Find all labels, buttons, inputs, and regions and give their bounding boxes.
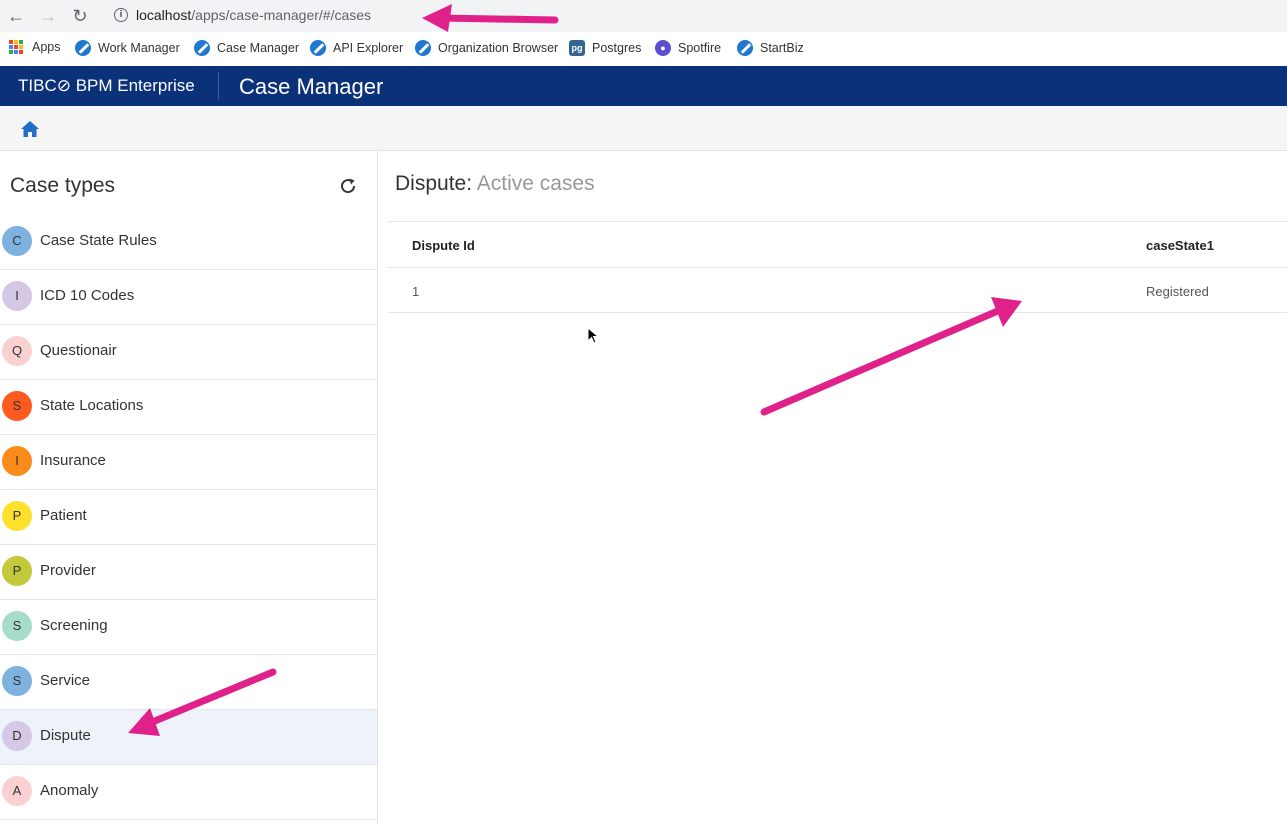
case-type-item-case-state-rules[interactable]: C Case State Rules xyxy=(0,215,377,270)
case-type-avatar: C xyxy=(2,226,32,256)
mouse-cursor-icon xyxy=(587,327,599,344)
back-arrow-icon[interactable]: ← xyxy=(5,5,27,27)
bookmark-label: API Explorer xyxy=(333,41,404,55)
brand-logo: TIBC⊘ BPM Enterprise xyxy=(18,76,195,95)
spotfire-icon: ● xyxy=(655,40,671,56)
tibco-icon xyxy=(194,40,210,56)
tibco-icon xyxy=(737,40,753,56)
url-path: /apps/case-manager/#/cases xyxy=(191,7,372,23)
bookmark-apps[interactable]: Apps xyxy=(9,40,61,54)
refresh-icon[interactable] xyxy=(338,176,358,196)
bookmark-case-manager[interactable]: Case Manager xyxy=(194,40,299,56)
case-type-item-insurance[interactable]: I Insurance xyxy=(0,435,377,490)
tibco-icon xyxy=(310,40,326,56)
case-type-label: Dispute xyxy=(40,727,91,744)
case-type-item-service[interactable]: S Service xyxy=(0,655,377,710)
column-header-dispute-id[interactable]: Dispute Id xyxy=(412,238,475,253)
case-type-avatar: P xyxy=(2,501,32,531)
bookmark-work-manager[interactable]: Work Manager xyxy=(75,40,180,56)
page-title: Dispute: Active cases xyxy=(395,172,595,196)
case-type-label: Insurance xyxy=(40,452,106,469)
case-type-avatar: D xyxy=(2,721,32,751)
case-type-avatar: P xyxy=(2,556,32,586)
postgres-icon: pg xyxy=(569,40,585,56)
browser-address-bar: ← → ↻ i localhost/apps/case-manager/#/ca… xyxy=(0,0,1287,32)
case-type-avatar: A xyxy=(2,776,32,806)
case-type-avatar: I xyxy=(2,446,32,476)
bookmark-startbiz[interactable]: StartBiz xyxy=(737,40,804,56)
info-icon[interactable]: i xyxy=(114,8,128,22)
bookmark-label: Spotfire xyxy=(678,41,722,55)
app-title: Case Manager xyxy=(239,74,384,99)
case-type-label: State Locations xyxy=(40,397,144,414)
sidebar-title: Case types xyxy=(10,174,116,197)
case-type-item-icd-10-codes[interactable]: I ICD 10 Codes xyxy=(0,270,377,325)
column-header-casestate1[interactable]: caseState1 xyxy=(1146,238,1214,253)
table-header-row: Dispute Id caseState1 xyxy=(388,221,1287,268)
case-type-avatar: Q xyxy=(2,336,32,366)
case-type-name: Dispute: xyxy=(395,172,473,195)
case-type-avatar: S xyxy=(2,666,32,696)
cell-dispute-id: 1 xyxy=(412,284,420,299)
case-type-label: Case State Rules xyxy=(40,232,157,249)
tibco-icon xyxy=(75,40,91,56)
tibco-icon xyxy=(415,40,431,56)
bookmark-label: Work Manager xyxy=(98,41,180,55)
bookmark-label: StartBiz xyxy=(760,41,804,55)
cases-table: Dispute Id caseState1 1 Registered xyxy=(388,221,1287,313)
case-type-avatar: I xyxy=(2,281,32,311)
breadcrumb-bar xyxy=(0,106,1287,151)
bookmark-label: Organization Browser xyxy=(438,41,559,55)
case-type-label: Screening xyxy=(40,617,108,634)
case-type-item-state-locations[interactable]: S State Locations xyxy=(0,380,377,435)
case-type-avatar: S xyxy=(2,611,32,641)
bookmark-label: Case Manager xyxy=(217,41,299,55)
url-host: localhost xyxy=(136,7,192,23)
case-type-label: Questionair xyxy=(40,342,117,359)
bookmark-label: Postgres xyxy=(592,41,642,55)
cell-casestate1: Registered xyxy=(1146,284,1209,299)
home-icon[interactable] xyxy=(20,120,40,138)
case-type-label: ICD 10 Codes xyxy=(40,287,135,304)
case-type-label: Provider xyxy=(40,562,96,579)
apps-grid-icon xyxy=(9,40,23,54)
bookmarks-bar: Apps Work Manager Case Manager API Explo… xyxy=(0,32,1287,67)
annotation-arrow-registered xyxy=(760,297,1022,416)
page-subtitle: Active cases xyxy=(476,172,595,195)
table-row[interactable]: 1 Registered xyxy=(388,268,1287,313)
case-type-item-dispute[interactable]: D Dispute xyxy=(0,710,377,765)
case-type-label: Service xyxy=(40,672,91,689)
case-type-item-patient[interactable]: P Patient xyxy=(0,490,377,545)
case-type-item-anomaly[interactable]: A Anomaly xyxy=(0,765,377,820)
header-divider xyxy=(218,72,219,100)
bookmark-postgres[interactable]: pg Postgres xyxy=(569,40,641,56)
case-type-list: C Case State Rules I ICD 10 Codes Q Questiona… xyxy=(0,215,377,820)
case-type-item-screening[interactable]: S Screening xyxy=(0,600,377,655)
case-type-item-provider[interactable]: P Provider xyxy=(0,545,377,600)
url-text[interactable]: localhost/apps/case-manager/#/cases xyxy=(136,7,371,23)
forward-arrow-icon[interactable]: → xyxy=(37,5,59,27)
case-type-label: Patient xyxy=(40,507,87,524)
case-type-avatar: S xyxy=(2,391,32,421)
case-type-label: Anomaly xyxy=(40,782,99,799)
reload-icon[interactable]: ↻ xyxy=(69,5,91,27)
case-types-sidebar: Case types C Case State Rules I ICD 10 Code… xyxy=(0,151,378,825)
case-type-item-questionair[interactable]: Q Questionair xyxy=(0,325,377,380)
bookmark-api-explorer[interactable]: API Explorer xyxy=(310,40,403,56)
bookmark-spotfire[interactable]: ● Spotfire xyxy=(655,40,721,56)
bookmark-label: Apps xyxy=(32,40,61,54)
bookmark-organization-browser[interactable]: Organization Browser xyxy=(415,40,558,56)
